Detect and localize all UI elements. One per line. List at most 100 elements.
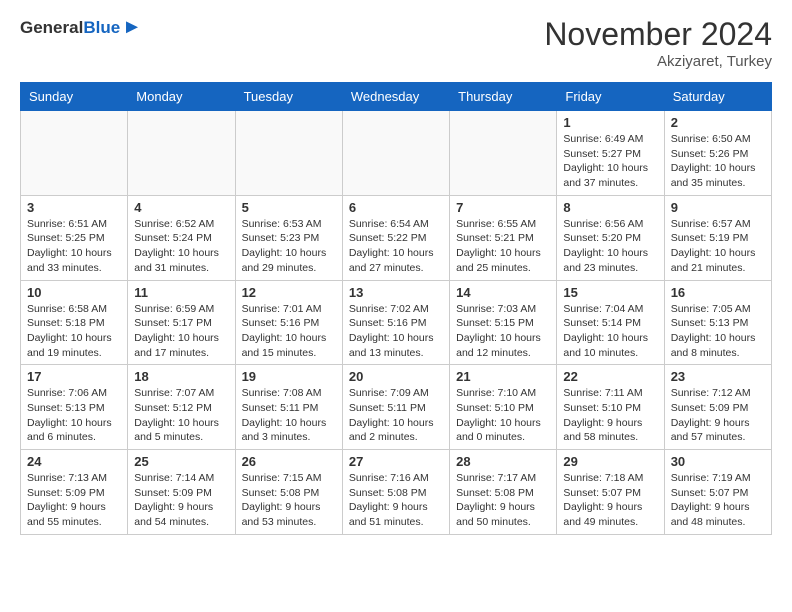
- header-monday: Monday: [128, 83, 235, 111]
- day-number: 24: [27, 454, 121, 469]
- calendar-cell: 16 Sunrise: 7:05 AMSunset: 5:13 PMDayligh…: [664, 280, 771, 365]
- day-info: Sunrise: 6:55 AMSunset: 5:21 PMDaylight:…: [456, 217, 550, 276]
- week-row-3: 10 Sunrise: 6:58 AMSunset: 5:18 PMDayligh…: [21, 280, 772, 365]
- calendar-cell: 11 Sunrise: 6:59 AMSunset: 5:17 PMDayligh…: [128, 280, 235, 365]
- day-info: Sunrise: 7:08 AMSunset: 5:11 PMDaylight:…: [242, 386, 336, 445]
- calendar-cell: 23 Sunrise: 7:12 AMSunset: 5:09 PMDayligh…: [664, 365, 771, 450]
- calendar-cell: 19Sunrise: 7:08 AMSunset: 5:11 PMDayligh…: [235, 365, 342, 450]
- day-info: Sunrise: 7:13 AMSunset: 5:09 PMDaylight:…: [27, 471, 121, 530]
- header-thursday: Thursday: [450, 83, 557, 111]
- month-title: November 2024: [544, 16, 772, 53]
- calendar-cell: 15 Sunrise: 7:04 AMSunset: 5:14 PMDayligh…: [557, 280, 664, 365]
- calendar-cell: 25 Sunrise: 7:14 AMSunset: 5:09 PMDayligh…: [128, 450, 235, 535]
- location-subtitle: Akziyaret, Turkey: [544, 53, 772, 70]
- calendar-cell: 1 Sunrise: 6:49 AMSunset: 5:27 PMDaylight…: [557, 111, 664, 196]
- day-number: 1: [563, 115, 657, 130]
- day-number: 3: [27, 200, 121, 215]
- calendar-cell: [235, 111, 342, 196]
- header-friday: Friday: [557, 83, 664, 111]
- day-info: Sunrise: 7:07 AMSunset: 5:12 PMDaylight:…: [134, 386, 228, 445]
- day-info: Sunrise: 6:59 AMSunset: 5:17 PMDaylight:…: [134, 302, 228, 361]
- day-info: Sunrise: 7:05 AMSunset: 5:13 PMDaylight:…: [671, 302, 765, 361]
- day-info: Sunrise: 7:06 AMSunset: 5:13 PMDaylight:…: [27, 386, 121, 445]
- day-number: 18: [134, 369, 228, 384]
- calendar-cell: 24 Sunrise: 7:13 AMSunset: 5:09 PMDayligh…: [21, 450, 128, 535]
- calendar-cell: 5 Sunrise: 6:53 AMSunset: 5:23 PMDaylight…: [235, 195, 342, 280]
- calendar-cell: 21Sunrise: 7:10 AMSunset: 5:10 PMDayligh…: [450, 365, 557, 450]
- calendar-cell: 7 Sunrise: 6:55 AMSunset: 5:21 PMDaylight…: [450, 195, 557, 280]
- day-number: 27: [349, 454, 443, 469]
- calendar-cell: 6Sunrise: 6:54 AMSunset: 5:22 PMDaylight…: [342, 195, 449, 280]
- calendar-cell: 8 Sunrise: 6:56 AMSunset: 5:20 PMDaylight…: [557, 195, 664, 280]
- calendar-table: Sunday Monday Tuesday Wednesday Thursday…: [20, 82, 772, 535]
- week-row-4: 17 Sunrise: 7:06 AMSunset: 5:13 PMDayligh…: [21, 365, 772, 450]
- calendar-cell: [21, 111, 128, 196]
- day-info: Sunrise: 7:01 AMSunset: 5:16 PMDaylight:…: [242, 302, 336, 361]
- day-info: Sunrise: 7:14 AMSunset: 5:09 PMDaylight:…: [134, 471, 228, 530]
- week-row-2: 3 Sunrise: 6:51 AMSunset: 5:25 PMDaylight…: [21, 195, 772, 280]
- day-number: 23: [671, 369, 765, 384]
- day-number: 26: [242, 454, 336, 469]
- calendar-cell: 4Sunrise: 6:52 AMSunset: 5:24 PMDaylight…: [128, 195, 235, 280]
- day-number: 25: [134, 454, 228, 469]
- day-number: 17: [27, 369, 121, 384]
- page-container: General Blue ► November 2024 Akziyaret, …: [0, 0, 792, 551]
- day-number: 6: [349, 200, 443, 215]
- header-saturday: Saturday: [664, 83, 771, 111]
- page-header: General Blue ► November 2024 Akziyaret, …: [20, 16, 772, 70]
- day-number: 9: [671, 200, 765, 215]
- day-info: Sunrise: 6:57 AMSunset: 5:19 PMDaylight:…: [671, 217, 765, 276]
- day-number: 2: [671, 115, 765, 130]
- day-info: Sunrise: 7:19 AMSunset: 5:07 PMDaylight:…: [671, 471, 765, 530]
- day-info: Sunrise: 7:15 AMSunset: 5:08 PMDaylight:…: [242, 471, 336, 530]
- calendar-cell: [128, 111, 235, 196]
- calendar-header-row: Sunday Monday Tuesday Wednesday Thursday…: [21, 83, 772, 111]
- calendar-cell: 12Sunrise: 7:01 AMSunset: 5:16 PMDayligh…: [235, 280, 342, 365]
- logo-blue-text: Blue: [83, 18, 120, 38]
- calendar-cell: 17 Sunrise: 7:06 AMSunset: 5:13 PMDayligh…: [21, 365, 128, 450]
- day-number: 10: [27, 285, 121, 300]
- calendar-cell: 28 Sunrise: 7:17 AMSunset: 5:08 PMDayligh…: [450, 450, 557, 535]
- day-number: 13: [349, 285, 443, 300]
- day-number: 4: [134, 200, 228, 215]
- calendar-cell: 9 Sunrise: 6:57 AMSunset: 5:19 PMDaylight…: [664, 195, 771, 280]
- day-info: Sunrise: 6:49 AMSunset: 5:27 PMDaylight:…: [563, 132, 657, 191]
- calendar-cell: 18 Sunrise: 7:07 AMSunset: 5:12 PMDayligh…: [128, 365, 235, 450]
- calendar-body: 1 Sunrise: 6:49 AMSunset: 5:27 PMDaylight…: [21, 111, 772, 535]
- header-tuesday: Tuesday: [235, 83, 342, 111]
- day-info: Sunrise: 6:50 AMSunset: 5:26 PMDaylight:…: [671, 132, 765, 191]
- day-number: 5: [242, 200, 336, 215]
- day-number: 8: [563, 200, 657, 215]
- day-info: Sunrise: 7:09 AMSunset: 5:11 PMDaylight:…: [349, 386, 443, 445]
- day-number: 7: [456, 200, 550, 215]
- week-row-5: 24 Sunrise: 7:13 AMSunset: 5:09 PMDayligh…: [21, 450, 772, 535]
- day-number: 22: [563, 369, 657, 384]
- logo-arrow-icon: ►: [122, 16, 142, 39]
- calendar-cell: 27 Sunrise: 7:16 AMSunset: 5:08 PMDayligh…: [342, 450, 449, 535]
- day-number: 16: [671, 285, 765, 300]
- calendar-cell: 14Sunrise: 7:03 AMSunset: 5:15 PMDayligh…: [450, 280, 557, 365]
- calendar-cell: 3 Sunrise: 6:51 AMSunset: 5:25 PMDaylight…: [21, 195, 128, 280]
- day-number: 21: [456, 369, 550, 384]
- logo: General Blue ►: [20, 16, 142, 39]
- day-number: 28: [456, 454, 550, 469]
- day-info: Sunrise: 6:56 AMSunset: 5:20 PMDaylight:…: [563, 217, 657, 276]
- calendar-cell: 26 Sunrise: 7:15 AMSunset: 5:08 PMDayligh…: [235, 450, 342, 535]
- calendar-cell: 2 Sunrise: 6:50 AMSunset: 5:26 PMDaylight…: [664, 111, 771, 196]
- day-number: 15: [563, 285, 657, 300]
- day-info: Sunrise: 7:16 AMSunset: 5:08 PMDaylight:…: [349, 471, 443, 530]
- day-info: Sunrise: 6:51 AMSunset: 5:25 PMDaylight:…: [27, 217, 121, 276]
- day-info: Sunrise: 7:12 AMSunset: 5:09 PMDaylight:…: [671, 386, 765, 445]
- calendar-cell: [450, 111, 557, 196]
- day-info: Sunrise: 6:53 AMSunset: 5:23 PMDaylight:…: [242, 217, 336, 276]
- logo-general-text: General: [20, 18, 83, 38]
- day-info: Sunrise: 7:11 AMSunset: 5:10 PMDaylight:…: [563, 386, 657, 445]
- calendar-cell: 22 Sunrise: 7:11 AMSunset: 5:10 PMDayligh…: [557, 365, 664, 450]
- day-info: Sunrise: 6:58 AMSunset: 5:18 PMDaylight:…: [27, 302, 121, 361]
- day-info: Sunrise: 7:04 AMSunset: 5:14 PMDaylight:…: [563, 302, 657, 361]
- day-number: 11: [134, 285, 228, 300]
- day-info: Sunrise: 7:17 AMSunset: 5:08 PMDaylight:…: [456, 471, 550, 530]
- calendar-cell: 30Sunrise: 7:19 AMSunset: 5:07 PMDayligh…: [664, 450, 771, 535]
- calendar-cell: [342, 111, 449, 196]
- day-info: Sunrise: 7:18 AMSunset: 5:07 PMDaylight:…: [563, 471, 657, 530]
